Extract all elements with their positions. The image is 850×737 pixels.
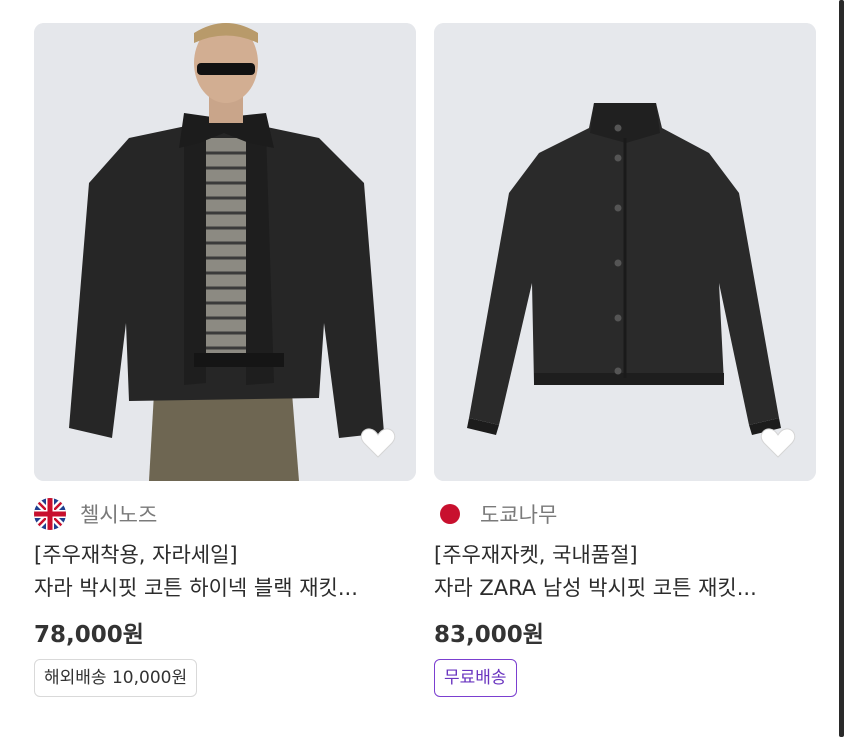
product-title[interactable]: 자라 ZARA 남성 박시핏 코튼 재킷... — [434, 571, 816, 605]
seller-name[interactable]: 첼시노즈 — [80, 499, 157, 529]
scrollbar[interactable] — [839, 0, 844, 737]
product-price: 78,000원 — [34, 622, 144, 648]
free-shipping-badge: 무료배송 — [434, 659, 517, 697]
product-image[interactable] — [34, 23, 416, 481]
product-card[interactable]: 첼시노즈 [주우재착용, 자라세일] 자라 박시핏 코튼 하이넥 블랙 재킷..… — [34, 23, 416, 697]
seller-row[interactable]: 첼시노즈 — [34, 497, 416, 531]
product-promo[interactable]: [주우재자켓, 국내품절] — [434, 539, 816, 571]
japan-flag-icon — [440, 504, 460, 524]
product-image[interactable] — [434, 23, 816, 481]
seller-row[interactable]: 도쿄나무 — [434, 497, 816, 531]
shipping-badge: 해외배송 10,000원 — [34, 659, 198, 697]
product-card[interactable]: 도쿄나무 [주우재자켓, 국내품절] 자라 ZARA 남성 박시핏 코튼 재킷.… — [434, 23, 816, 697]
favorite-heart-icon[interactable] — [360, 427, 396, 459]
seller-name[interactable]: 도쿄나무 — [480, 499, 557, 529]
jacket-product-illustration — [434, 23, 816, 481]
product-title[interactable]: 자라 박시핏 코튼 하이넥 블랙 재킷... — [34, 571, 416, 605]
favorite-heart-icon[interactable] — [760, 427, 796, 459]
product-price: 83,000원 — [434, 622, 544, 648]
model-jacket-illustration — [34, 23, 416, 481]
uk-flag-icon — [34, 498, 66, 530]
product-promo[interactable]: [주우재착용, 자라세일] — [34, 539, 416, 571]
